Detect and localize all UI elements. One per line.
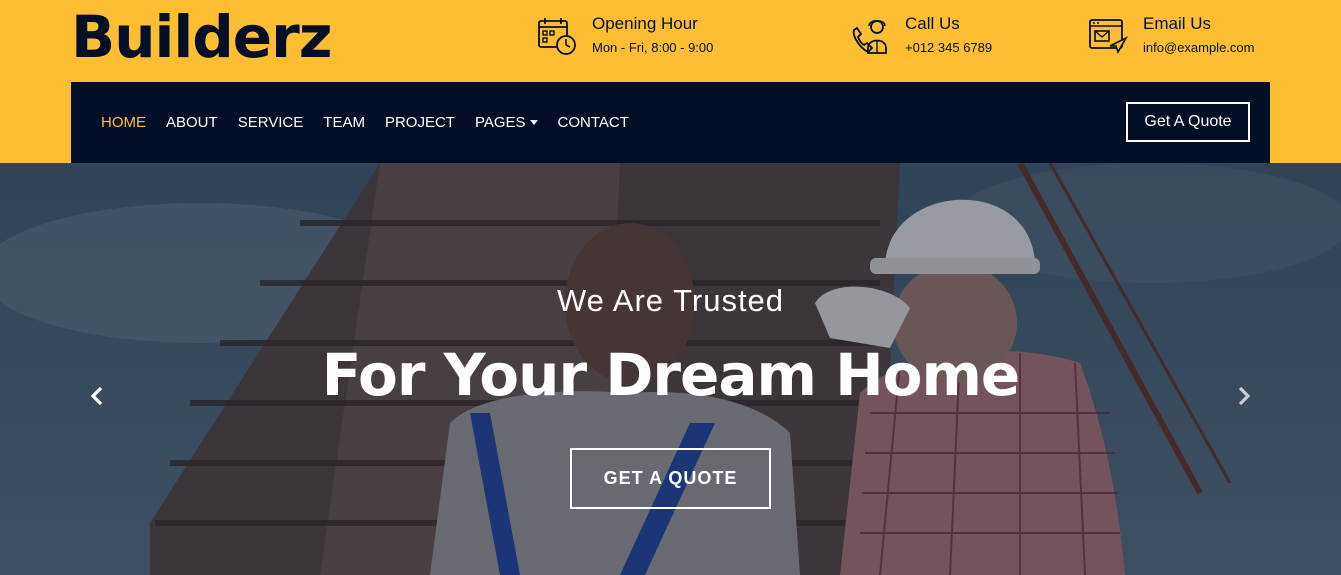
email-icon [1089, 19, 1128, 54]
opening-hour-detail: Mon - Fri, 8:00 - 9:00 [592, 40, 714, 55]
caret-down-icon [529, 120, 538, 125]
call-us-detail[interactable]: +012 345 6789 [905, 40, 992, 55]
hero-title: For Your Dream Home [321, 341, 1021, 409]
email-us-title: Email Us [1143, 14, 1212, 33]
opening-hour-info: Opening Hour Mon - Fri, 8:00 - 9:00 [537, 14, 737, 60]
nav-links: HOME ABOUT SERVICE TEAM PROJECT PAGES CO… [101, 82, 649, 163]
nav-contact[interactable]: CONTACT [558, 114, 629, 131]
nav-pages-dropdown[interactable]: PAGES [475, 114, 538, 131]
get-a-quote-button[interactable]: Get A Quote [1126, 102, 1250, 142]
nav-service[interactable]: SERVICE [238, 114, 304, 131]
hero-get-a-quote-button[interactable]: GET A QUOTE [570, 448, 771, 509]
opening-hour-title: Opening Hour [592, 14, 698, 33]
call-us-title: Call Us [905, 14, 960, 33]
nav-home[interactable]: HOME [101, 114, 146, 131]
main-navbar: HOME ABOUT SERVICE TEAM PROJECT PAGES CO… [71, 82, 1270, 163]
nav-team[interactable]: TEAM [323, 114, 365, 131]
calendar-clock-icon [538, 18, 576, 55]
call-us-info: Call Us +012 345 6789 [850, 14, 1020, 60]
email-us-info: Email Us info@example.com [1088, 14, 1278, 60]
nav-project[interactable]: PROJECT [385, 114, 455, 131]
nav-pages-label: PAGES [474, 114, 526, 131]
email-us-detail[interactable]: info@example.com [1143, 40, 1254, 55]
nav-about[interactable]: ABOUT [166, 114, 218, 131]
hero-carousel: We Are Trusted For Your Dream Home GET A… [0, 163, 1341, 575]
phone-support-icon [852, 19, 887, 54]
hero-subtitle: We Are Trusted [556, 283, 785, 318]
brand-logo[interactable]: Builderz [71, 2, 332, 72]
